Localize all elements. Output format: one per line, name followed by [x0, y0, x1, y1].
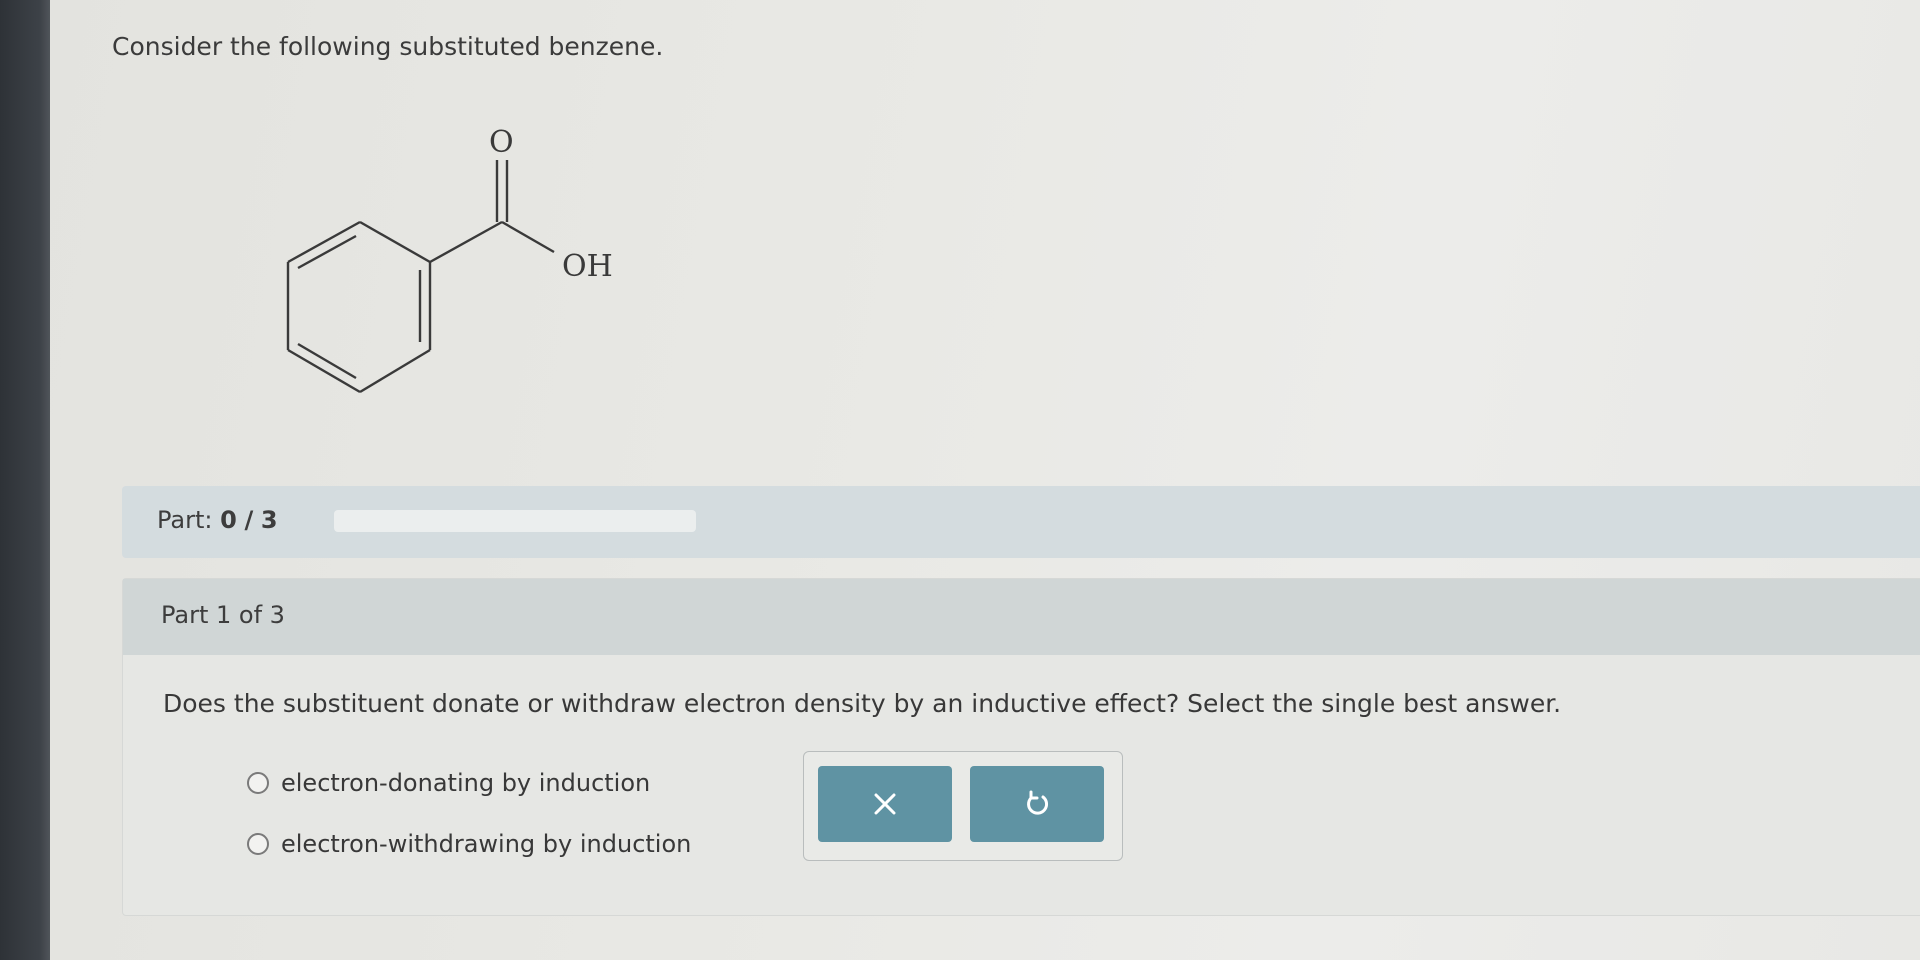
close-icon [874, 793, 896, 815]
choice-electron-donating[interactable]: electron-donating by induction [247, 769, 650, 797]
ring-bond [287, 220, 361, 264]
assignment-screen: Consider the following substituted benze… [50, 0, 1920, 960]
ring-bond [359, 348, 431, 394]
choice-label: electron-withdrawing by induction [281, 830, 692, 858]
progress-separator: / [244, 506, 254, 534]
progress-text: Part: [157, 506, 213, 534]
part-title: Part 1 of 3 [161, 601, 285, 629]
choice-electron-withdrawing[interactable]: electron-withdrawing by induction [247, 830, 691, 858]
undo-button[interactable] [970, 766, 1104, 842]
hydroxyl-bond [501, 220, 555, 254]
part-card: Part 1 of 3 Does the substituent donate … [122, 578, 1920, 916]
choice-label: electron-donating by induction [281, 769, 651, 797]
carbonyl-oxygen-label: O [489, 125, 514, 160]
progress-total: 3 [260, 506, 278, 534]
part-header: Part 1 of 3 [123, 579, 1920, 655]
hydroxyl-label: OH [562, 249, 613, 284]
ring-bond [287, 348, 361, 394]
question-text: Consider the following substituted benze… [112, 32, 664, 61]
progress-label: Part: 0 / 3 [157, 506, 278, 534]
progress-current: 0 [220, 506, 237, 534]
ring-bond [359, 220, 431, 264]
clear-button[interactable] [818, 766, 952, 842]
question-prompt: Does the substituent donate or withdraw … [163, 689, 1562, 718]
part-progress: Part: 0 / 3 [122, 486, 1920, 558]
progress-track [334, 510, 696, 532]
radio-button[interactable] [247, 833, 269, 855]
radio-button[interactable] [247, 772, 269, 794]
undo-icon [1027, 790, 1048, 815]
answer-actions [803, 751, 1123, 861]
screen-bezel [0, 0, 50, 960]
substituent-bond [429, 220, 503, 264]
benzoic-acid-structure: O OH [286, 125, 613, 394]
